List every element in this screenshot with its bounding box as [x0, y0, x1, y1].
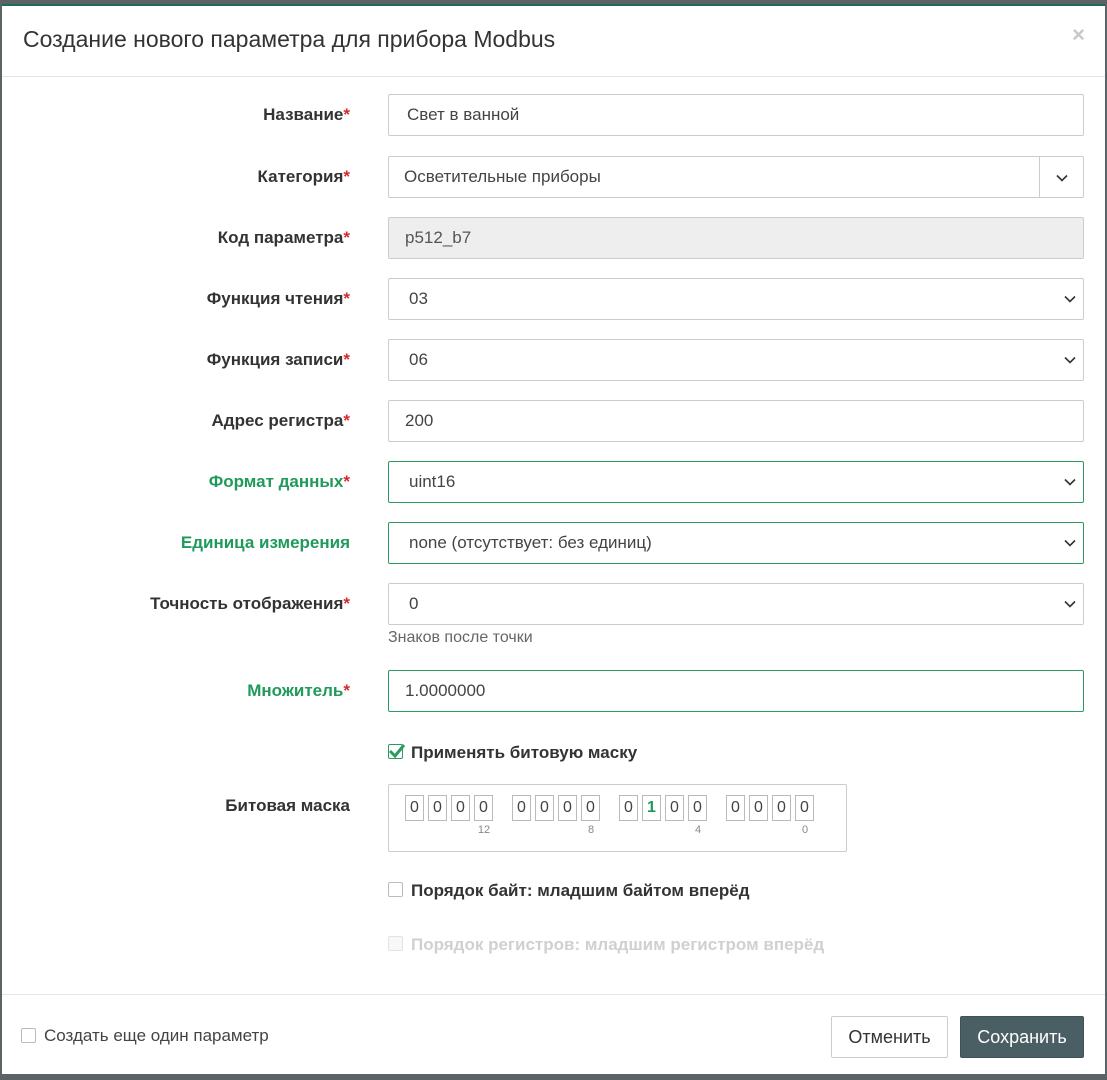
row-read-function: Функция чтения* 03: [2, 278, 1105, 320]
row-precision: Точность отображения* 0 Знаков после точ…: [2, 583, 1105, 646]
write-function-value: 06: [409, 350, 428, 369]
close-icon[interactable]: ×: [1072, 24, 1085, 46]
bit-9[interactable]: 0: [558, 795, 577, 821]
modal-header: Создание нового параметра для прибора Mo…: [2, 6, 1105, 77]
chevron-down-icon: [1064, 356, 1076, 364]
name-label: Название*: [263, 105, 350, 124]
bit-11[interactable]: 0: [512, 795, 531, 821]
chevron-down-icon: [1056, 174, 1068, 182]
category-dropdown-button[interactable]: [1039, 156, 1084, 198]
chevron-down-icon: [1064, 478, 1076, 486]
chevron-down-icon: [1064, 539, 1076, 547]
precision-value: 0: [409, 594, 419, 613]
multiplier-input[interactable]: 1.0000000: [388, 670, 1084, 712]
row-data-format: Формат данных* uint16: [2, 461, 1105, 503]
precision-label: Точность отображения*: [150, 594, 350, 613]
row-name: Название* Свет в ванной: [2, 94, 1105, 136]
byte-order-checkbox-row[interactable]: Порядок байт: младшим байтом вперёд: [388, 880, 750, 902]
chevron-down-icon: [1064, 295, 1076, 303]
register-address-input[interactable]: 200: [388, 400, 1084, 442]
save-button[interactable]: Сохранить: [960, 1016, 1084, 1058]
bit-index-8: 8: [587, 824, 595, 836]
bitmask-label: Битовая маска: [225, 796, 350, 815]
bit-5[interactable]: 0: [665, 795, 684, 821]
row-code: Код параметра* p512_b7: [2, 217, 1105, 259]
precision-help-text: Знаков после точки: [388, 629, 533, 646]
row-multiplier: Множитель* 1.0000000: [2, 670, 1105, 712]
code-input: p512_b7: [388, 217, 1084, 259]
bit-15[interactable]: 0: [405, 795, 424, 821]
row-unit: Единица измерения none (отсутствует: без…: [2, 522, 1105, 564]
data-format-label: Формат данных*: [208, 472, 350, 491]
row-category: Категория* Осветительные приборы: [2, 156, 1105, 198]
register-order-label: Порядок регистров: младшим регистром впе…: [411, 935, 825, 954]
read-function-label: Функция чтения*: [206, 289, 350, 308]
bit-4[interactable]: 0: [688, 795, 707, 821]
modal-dialog: Создание нового параметра для прибора Mo…: [2, 4, 1105, 1074]
register-order-checkbox: [388, 936, 403, 952]
code-label: Код параметра*: [217, 228, 350, 247]
bit-index-0: 0: [801, 824, 809, 836]
unit-select[interactable]: none (отсутствует: без единиц): [388, 522, 1084, 564]
bit-7[interactable]: 0: [619, 795, 638, 821]
bit-12[interactable]: 0: [474, 795, 493, 821]
apply-mask-checkbox-row[interactable]: Применять битовую маску: [388, 742, 637, 764]
create-another-checkbox-row[interactable]: Создать еще один параметр: [21, 1025, 269, 1047]
read-function-value: 03: [409, 289, 428, 308]
row-write-function: Функция записи* 06: [2, 339, 1105, 381]
apply-mask-label: Применять битовую маску: [411, 743, 638, 762]
category-input[interactable]: Осветительные приборы: [388, 156, 1040, 198]
unit-value: none (отсутствует: без единиц): [409, 533, 652, 552]
category-label: Категория*: [257, 167, 350, 186]
chevron-down-icon: [1064, 600, 1076, 608]
register-order-checkbox-row: Порядок регистров: младшим регистром впе…: [388, 934, 824, 956]
apply-mask-checkbox[interactable]: [388, 744, 406, 760]
modal-footer: Создать еще один параметр Отменить Сохра…: [2, 994, 1105, 1074]
write-function-select[interactable]: 06: [388, 339, 1084, 381]
byte-order-label: Порядок байт: младшим байтом вперёд: [411, 881, 750, 900]
bit-6[interactable]: 1: [642, 795, 661, 821]
precision-select[interactable]: 0: [388, 583, 1084, 625]
name-input[interactable]: Свет в ванной: [388, 94, 1084, 136]
checkmark-icon: [388, 744, 406, 759]
cancel-button[interactable]: Отменить: [831, 1016, 948, 1058]
bitmask-editor: 0 0 0 0 12 0 0 0 0 8 0 1 0 0 4 0 0 0 0 0: [388, 784, 847, 852]
create-another-checkbox[interactable]: [21, 1028, 36, 1044]
row-register-address: Адрес регистра* 200: [2, 400, 1105, 442]
multiplier-label: Множитель*: [247, 681, 350, 700]
bit-index-4: 4: [694, 824, 702, 836]
bit-1[interactable]: 0: [772, 795, 791, 821]
bit-2[interactable]: 0: [749, 795, 768, 821]
modal-title: Создание нового параметра для прибора Mo…: [23, 26, 556, 52]
bit-14[interactable]: 0: [428, 795, 447, 821]
bit-index-12: 12: [477, 824, 491, 836]
create-another-label: Создать еще один параметр: [44, 1026, 269, 1045]
bit-10[interactable]: 0: [535, 795, 554, 821]
data-format-value: uint16: [409, 472, 456, 491]
unit-label: Единица измерения: [180, 533, 350, 552]
bit-3[interactable]: 0: [726, 795, 745, 821]
byte-order-checkbox[interactable]: [388, 882, 403, 898]
write-function-label: Функция записи*: [206, 350, 350, 369]
data-format-select[interactable]: uint16: [388, 461, 1084, 503]
bit-8[interactable]: 0: [581, 795, 600, 821]
register-address-label: Адрес регистра*: [211, 411, 350, 430]
read-function-select[interactable]: 03: [388, 278, 1084, 320]
bit-0[interactable]: 0: [795, 795, 814, 821]
bit-13[interactable]: 0: [451, 795, 470, 821]
